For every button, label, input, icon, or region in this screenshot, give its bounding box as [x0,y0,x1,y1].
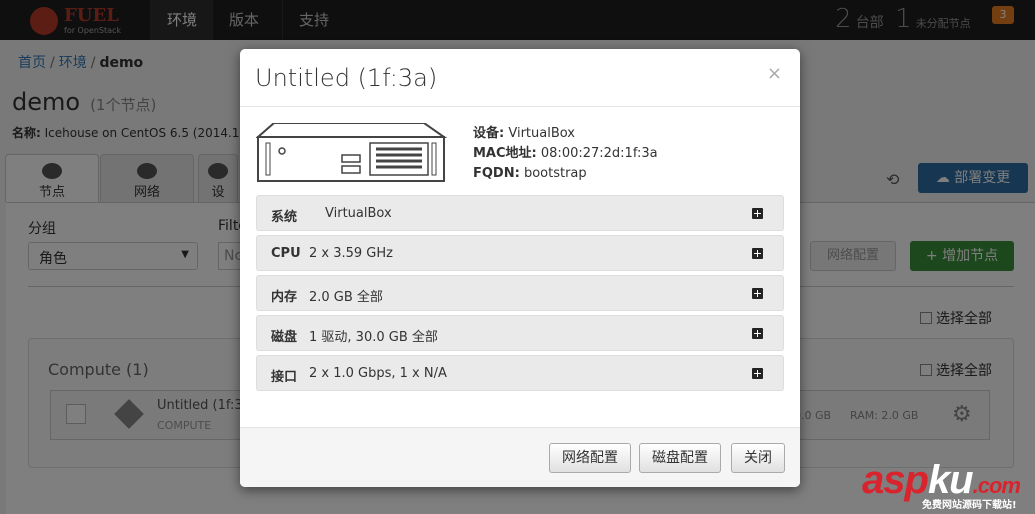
node-info: 设备: VirtualBox MAC地址: 08:00:27:2d:1f:3a … [473,124,658,184]
accordion-system-value: VirtualBox [325,206,392,221]
network-config-button[interactable]: 网络配置 [549,443,631,473]
modal-footer: 网络配置 磁盘配置 关闭 [240,427,800,487]
plus-icon[interactable] [752,328,763,339]
plus-icon[interactable] [752,248,763,259]
mac-label: MAC地址: [473,146,537,161]
fqdn-row: FQDN: bootstrap [473,164,658,184]
modal-title: Untitled (1f:3a) [255,64,438,92]
mac-row: MAC地址: 08:00:27:2d:1f:3a [473,144,658,164]
fqdn-value: bootstrap [523,166,587,181]
accordion-interfaces-value: 2 x 1.0 Gbps, 1 x N/A [309,366,447,381]
fqdn-label: FQDN: [473,166,520,181]
watermark-subtitle: 免费网站源码下载站! [922,500,1017,511]
accordion-interfaces-key: 接口 [271,370,298,385]
device-value: VirtualBox [508,126,575,141]
watermark-suffix: .com [972,473,1021,498]
watermark-red: asp [862,458,929,502]
accordion-memory-value: 2.0 GB 全部 [309,290,383,305]
plus-icon[interactable] [752,288,763,299]
site-watermark: aspku.com 免费网站源码下载站! [862,458,1032,512]
server-icon [256,123,448,182]
accordion-disk-key: 磁盘 [271,330,298,345]
device-label: 设备: [473,126,505,141]
accordion-system-key: 系统 [271,210,298,225]
plus-icon[interactable] [752,208,763,219]
close-button[interactable]: 关闭 [731,443,785,473]
accordion-interfaces[interactable]: 接口 2 x 1.0 Gbps, 1 x N/A [256,355,784,391]
mac-value: 08:00:27:2d:1f:3a [540,146,658,161]
accordion-disk-value: 1 驱动, 30.0 GB 全部 [309,330,438,345]
accordion-disk[interactable]: 磁盘 1 驱动, 30.0 GB 全部 [256,315,784,351]
device-row: 设备: VirtualBox [473,124,658,144]
accordion-system[interactable]: 系统 VirtualBox [256,195,784,231]
disk-config-button[interactable]: 磁盘配置 [639,443,721,473]
accordion-memory[interactable]: 内存 2.0 GB 全部 [256,275,784,311]
accordion-cpu-key: CPU [271,246,301,261]
accordion-cpu[interactable]: CPU 2 x 3.59 GHz [256,235,784,271]
accordion-cpu-value: 2 x 3.59 GHz [309,246,393,261]
modal-header: Untitled (1f:3a) × [240,49,800,107]
accordion-memory-key: 内存 [271,290,298,305]
plus-icon[interactable] [752,368,763,379]
node-details-modal: Untitled (1f:3a) × 设备: VirtualBox MAC地址:… [240,49,800,487]
close-icon[interactable]: × [767,63,782,84]
